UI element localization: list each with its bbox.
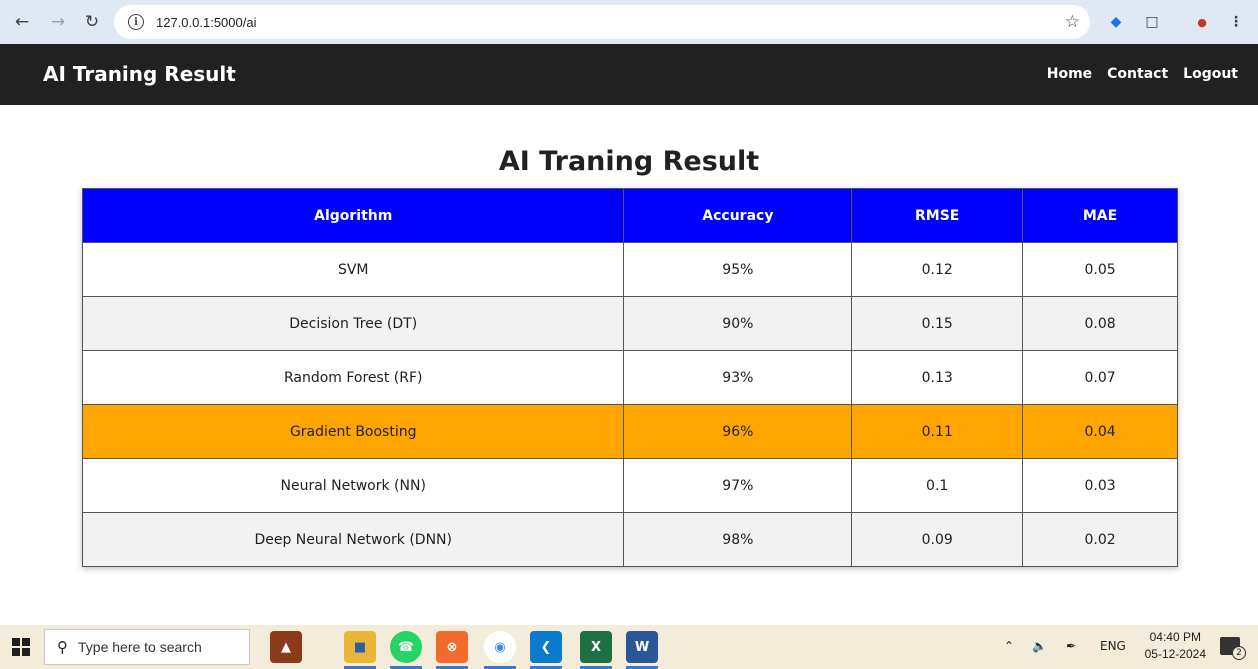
cell-algorithm: Deep Neural Network (DNN) bbox=[81, 512, 625, 567]
cell-algorithm: Decision Tree (DT) bbox=[81, 296, 625, 351]
header-accuracy: Accuracy bbox=[623, 188, 853, 243]
cell-mae: 0.05 bbox=[1022, 242, 1178, 297]
volume-icon[interactable]: 🔈 bbox=[1032, 639, 1047, 653]
reload-icon[interactable]: ↻ bbox=[78, 8, 106, 36]
pen-icon[interactable]: ✒ bbox=[1066, 639, 1076, 653]
taskbar-search[interactable]: ⚲ Type here to search bbox=[44, 629, 250, 665]
back-icon[interactable]: ← bbox=[8, 8, 36, 36]
cell-mae: 0.04 bbox=[1022, 404, 1178, 459]
extensions-puzzle-icon[interactable]: □ bbox=[1140, 10, 1164, 34]
cell-mae: 0.08 bbox=[1022, 296, 1178, 351]
table-row: SVM 95% 0.12 0.05 bbox=[81, 242, 1178, 297]
vscode-icon[interactable]: ❮ bbox=[530, 631, 562, 663]
cell-rmse: 0.13 bbox=[851, 350, 1024, 405]
cell-accuracy: 98% bbox=[623, 512, 853, 567]
notification-center-icon[interactable]: 2 bbox=[1220, 637, 1246, 660]
clock-date: 05-12-2024 bbox=[1144, 647, 1206, 661]
cell-rmse: 0.09 bbox=[851, 512, 1024, 567]
results-table: Algorithm Accuracy RMSE MAE SVM 95% 0.12… bbox=[81, 188, 1178, 567]
cell-accuracy: 97% bbox=[623, 458, 853, 513]
app-navbar: AI Traning Result Home Contact Logout bbox=[0, 44, 1258, 105]
cell-accuracy: 90% bbox=[623, 296, 853, 351]
cell-rmse: 0.12 bbox=[851, 242, 1024, 297]
site-info-icon[interactable]: i bbox=[128, 14, 144, 30]
cell-mae: 0.07 bbox=[1022, 350, 1178, 405]
cell-accuracy: 96% bbox=[623, 404, 853, 459]
nav-link-logout[interactable]: Logout bbox=[1183, 66, 1238, 82]
navbar-links: Home Contact Logout bbox=[1047, 66, 1238, 82]
header-rmse: RMSE bbox=[851, 188, 1024, 243]
menu-kebab-icon[interactable]: ⋮ bbox=[1224, 10, 1248, 34]
table-row: Decision Tree (DT) 90% 0.15 0.08 bbox=[81, 296, 1178, 351]
header-mae: MAE bbox=[1022, 188, 1178, 243]
bookmark-star-icon[interactable]: ☆ bbox=[1065, 12, 1080, 32]
windows-start-icon[interactable] bbox=[12, 638, 30, 656]
address-url[interactable]: 127.0.0.1:5000/ai bbox=[156, 15, 256, 30]
cell-accuracy: 93% bbox=[623, 350, 853, 405]
cell-rmse: 0.11 bbox=[851, 404, 1024, 459]
tray-chevron-up-icon[interactable]: ⌃ bbox=[1004, 639, 1014, 653]
table-row: Neural Network (NN) 97% 0.1 0.03 bbox=[81, 458, 1178, 513]
page-title: AI Traning Result bbox=[498, 146, 760, 177]
chrome-icon[interactable]: ◉ bbox=[484, 631, 516, 663]
cell-algorithm: Gradient Boosting bbox=[81, 404, 625, 459]
nav-link-contact[interactable]: Contact bbox=[1107, 66, 1168, 82]
cell-algorithm: Random Forest (RF) bbox=[81, 350, 625, 405]
forward-icon[interactable]: → bbox=[44, 8, 72, 36]
language-indicator[interactable]: ENG bbox=[1100, 639, 1126, 653]
table-row: Random Forest (RF) 93% 0.13 0.07 bbox=[81, 350, 1178, 405]
cell-mae: 0.03 bbox=[1022, 458, 1178, 513]
xampp-icon[interactable]: ⊗ bbox=[436, 631, 468, 663]
windows-taskbar: ⚲ Type here to search ▲ ■ ☎ ⊗ ◉ ❮ X W ⌃ … bbox=[0, 625, 1258, 669]
whatsapp-icon[interactable]: ☎ bbox=[390, 631, 422, 663]
fireplace-widget-icon[interactable]: ▲ bbox=[270, 631, 302, 663]
cell-algorithm: SVM bbox=[81, 242, 625, 297]
address-bar[interactable]: i 127.0.0.1:5000/ai ☆ bbox=[114, 5, 1090, 39]
nav-link-home[interactable]: Home bbox=[1047, 66, 1092, 82]
table-row-highlighted[interactable]: Gradient Boosting 96% 0.11 0.04 bbox=[81, 404, 1178, 459]
file-explorer-icon[interactable]: ■ bbox=[344, 631, 376, 663]
table-header-row: Algorithm Accuracy RMSE MAE bbox=[81, 188, 1178, 243]
cell-rmse: 0.15 bbox=[851, 296, 1024, 351]
excel-icon[interactable]: X bbox=[580, 631, 612, 663]
cell-accuracy: 95% bbox=[623, 242, 853, 297]
search-placeholder: Type here to search bbox=[78, 639, 202, 655]
search-icon: ⚲ bbox=[57, 638, 68, 656]
browser-toolbar: ← → ↻ i 127.0.0.1:5000/ai ☆ ◆ □ ● ⋮ bbox=[0, 0, 1258, 44]
header-algorithm: Algorithm bbox=[81, 188, 625, 243]
cell-rmse: 0.1 bbox=[851, 458, 1024, 513]
word-icon[interactable]: W bbox=[626, 631, 658, 663]
navbar-brand[interactable]: AI Traning Result bbox=[43, 62, 236, 86]
clock-time: 04:40 PM bbox=[1149, 630, 1201, 644]
cell-algorithm: Neural Network (NN) bbox=[81, 458, 625, 513]
extension-icon[interactable]: ◆ bbox=[1104, 10, 1128, 34]
profile-avatar-icon[interactable]: ● bbox=[1190, 10, 1214, 34]
table-row: Deep Neural Network (DNN) 98% 0.09 0.02 bbox=[81, 512, 1178, 567]
taskbar-clock[interactable]: 04:40 PM 05-12-2024 bbox=[1145, 629, 1206, 663]
cell-mae: 0.02 bbox=[1022, 512, 1178, 567]
notification-count: 2 bbox=[1232, 646, 1246, 660]
